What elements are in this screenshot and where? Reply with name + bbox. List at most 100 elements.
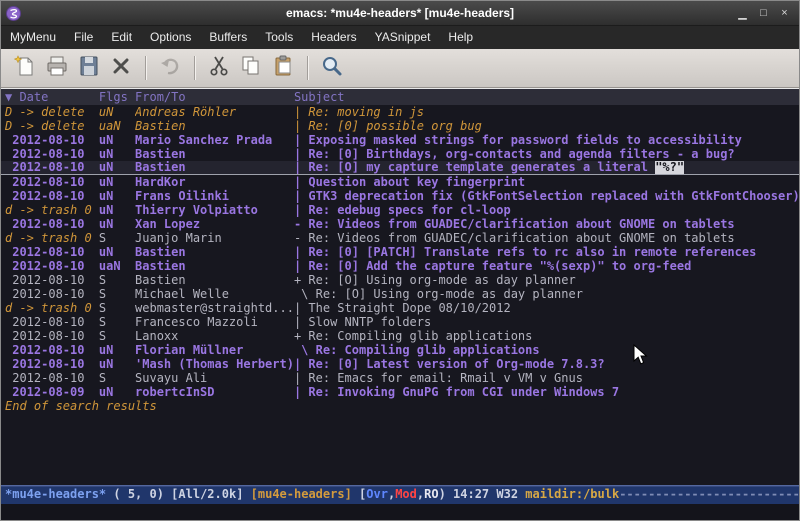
menu-item-help[interactable]: Help	[439, 26, 482, 49]
message-row[interactable]: 2012-08-10 uN Florian Müllner \ Re: Comp…	[1, 343, 799, 357]
message-row[interactable]: d -> trash 0 S webmaster@straightd... | …	[1, 301, 799, 315]
modeline-segment: ----------------------------------------…	[619, 487, 799, 501]
message-row[interactable]: 2012-08-10 uN Mario Sanchez Prada | Expo…	[1, 133, 799, 147]
sender: Xan Lopez	[135, 217, 294, 231]
flags: S	[99, 371, 135, 385]
message-row[interactable]: 2012-08-10 uN Bastien | Re: [O] my captu…	[1, 161, 799, 175]
flags: S	[99, 301, 135, 315]
subject-text: | Re: [0] [PATCH] Translate refs to rc a…	[294, 245, 756, 259]
modeline-segment: [	[352, 487, 366, 501]
column-flags[interactable]: Flgs	[99, 89, 135, 105]
echo-area[interactable]	[1, 504, 799, 520]
message-row[interactable]: d -> trash 0 uN Thierry Volpiatto | Re: …	[1, 203, 799, 217]
save-button[interactable]	[73, 53, 105, 83]
modeline-segment: *mu4e-headers*	[5, 487, 106, 501]
menu-item-buffers[interactable]: Buffers	[200, 26, 256, 49]
flags: S	[99, 329, 135, 343]
date-or-mark: 2012-08-10	[5, 189, 99, 203]
minimize-button[interactable]: ▁	[734, 6, 751, 21]
message-row[interactable]: D -> delete uN Andreas Röhler | Re: movi…	[1, 105, 799, 119]
sender: Francesco Mazzoli	[135, 315, 294, 329]
message-row[interactable]: 2012-08-10 uN Bastien | Re: [0] Birthday…	[1, 147, 799, 161]
sender: Thierry Volpiatto	[135, 203, 294, 217]
save-icon	[77, 54, 101, 82]
flags: uN	[99, 217, 135, 231]
new-file-button[interactable]	[9, 53, 41, 83]
flags: uN	[99, 161, 135, 174]
subject-text: | Question about key fingerprint	[294, 175, 525, 189]
message-row[interactable]: 2012-08-10 uN 'Mash (Thomas Herbert) | R…	[1, 357, 799, 371]
message-row[interactable]: 2012-08-09 uN robertcInSD | Re: Invoking…	[1, 385, 799, 399]
toolbar-separator	[194, 56, 195, 80]
column-subject[interactable]: Subject	[294, 89, 799, 105]
message-row[interactable]: 2012-08-10 S Michael Welle \ Re: [O] Usi…	[1, 287, 799, 301]
subject: | Re: Emacs for email: Rmail v VM v Gnus	[294, 371, 799, 385]
subject: | Re: [0] Birthdays, org-contacts and ag…	[294, 147, 799, 161]
message-row[interactable]: 2012-08-10 uN Xan Lopez - Re: Videos fro…	[1, 217, 799, 231]
menu-item-file[interactable]: File	[65, 26, 102, 49]
subject: | Re: [0] possible org bug	[294, 119, 799, 133]
subject-text: + Re: Compiling glib applications	[294, 329, 532, 343]
message-row[interactable]: D -> delete uaN Bastien | Re: [0] possib…	[1, 119, 799, 133]
menu-item-headers[interactable]: Headers	[302, 26, 365, 49]
sender: Andreas Röhler	[135, 105, 294, 119]
close-buffer-button[interactable]	[105, 53, 137, 83]
date-or-mark: d -> trash 0	[5, 231, 99, 245]
menu-item-options[interactable]: Options	[141, 26, 200, 49]
message-row[interactable]: 2012-08-10 uN HardKor | Question about k…	[1, 175, 799, 189]
emacs-icon	[6, 6, 21, 21]
modeline-segment: [mu4e-headers]	[251, 487, 352, 501]
subject: | The Straight Dope 08/10/2012	[294, 301, 799, 315]
subject: | Re: moving in js	[294, 105, 799, 119]
headers-header-line: ▼ Date Flgs From/To Subject	[1, 89, 799, 105]
print-icon	[45, 54, 69, 82]
message-row[interactable]: 2012-08-10 S Francesco Mazzoli | Slow NN…	[1, 315, 799, 329]
flags: S	[99, 287, 135, 301]
modeline-segment: ( 5, 0) [All/2.0k]	[106, 487, 251, 501]
subject-text: | Re: [0] Latest version of Org-mode 7.8…	[294, 357, 605, 371]
paste-button[interactable]	[267, 53, 299, 83]
sort-column-date[interactable]: ▼ Date	[5, 89, 99, 105]
date-or-mark: D -> delete	[5, 105, 99, 119]
menu-item-tools[interactable]: Tools	[256, 26, 302, 49]
message-row[interactable]: 2012-08-10 S Bastien + Re: [O] Using org…	[1, 273, 799, 287]
subject-text: | Re: Invoking GnuPG from CGI under Wind…	[294, 385, 619, 399]
subject-text: | Re: edebug specs for cl-loop	[294, 203, 511, 217]
message-row[interactable]: 2012-08-10 uaN Bastien | Re: [0] Add the…	[1, 259, 799, 273]
sender: Bastien	[135, 273, 294, 287]
subject-text: | Re: [0] Add the capture feature "%(sex…	[294, 259, 691, 273]
message-row[interactable]: 2012-08-10 uN Frans Oilinki | GTK3 depre…	[1, 189, 799, 203]
sender: Bastien	[135, 147, 294, 161]
close-button[interactable]: ×	[776, 6, 793, 21]
flags: uN	[99, 203, 135, 217]
flags: S	[99, 231, 135, 245]
undo-button[interactable]	[154, 53, 186, 83]
message-row[interactable]: 2012-08-10 uN Bastien | Re: [0] [PATCH] …	[1, 245, 799, 259]
search-button[interactable]	[316, 53, 348, 83]
subject: \ Re: [O] Using org-mode as day planner	[294, 287, 799, 301]
emacs-window: emacs: *mu4e-headers* [mu4e-headers] ▁ □…	[0, 0, 800, 521]
maximize-button[interactable]: □	[755, 6, 772, 21]
subject-text: | Re: moving in js	[294, 105, 424, 119]
copy-button[interactable]	[235, 53, 267, 83]
menu-item-yasnippet[interactable]: YASnippet	[366, 26, 440, 49]
cut-button[interactable]	[203, 53, 235, 83]
print-button[interactable]	[41, 53, 73, 83]
subject: | Question about key fingerprint	[294, 175, 799, 189]
subject: | Re: edebug specs for cl-loop	[294, 203, 799, 217]
copy-icon	[239, 54, 263, 82]
date-or-mark: 2012-08-10	[5, 245, 99, 259]
sender: webmaster@straightd...	[135, 301, 294, 315]
message-row[interactable]: 2012-08-10 S Suvayu Ali | Re: Emacs for …	[1, 371, 799, 385]
menu-item-edit[interactable]: Edit	[102, 26, 141, 49]
subject: - Re: Videos from GUADEC/clarification a…	[294, 231, 799, 245]
window-title: emacs: *mu4e-headers* [mu4e-headers]	[1, 6, 799, 20]
sender: Bastien	[135, 259, 294, 273]
message-row[interactable]: d -> trash 0 S Juanjo Marin - Re: Videos…	[1, 231, 799, 245]
subject: | Exposing masked strings for password f…	[294, 133, 799, 147]
column-from[interactable]: From/To	[135, 89, 294, 105]
menu-item-mymenu[interactable]: MyMenu	[1, 26, 65, 49]
message-row[interactable]: 2012-08-10 S Lanoxx + Re: Compiling glib…	[1, 329, 799, 343]
toolbar-separator	[145, 56, 146, 80]
flags: uN	[99, 357, 135, 371]
